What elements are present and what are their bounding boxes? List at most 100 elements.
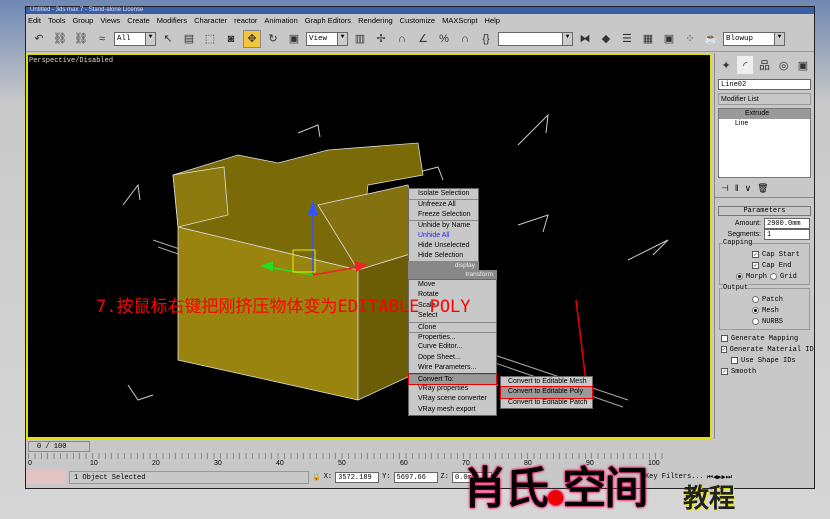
mirror-icon[interactable]: ⧓ — [576, 30, 594, 48]
submenu-item[interactable]: Convert to Editable Patch — [501, 398, 592, 408]
unlink-icon[interactable]: ⛓ — [72, 30, 90, 48]
render-scene-icon[interactable]: ☕ — [702, 30, 720, 48]
object-name-field[interactable]: Line02 — [718, 79, 811, 90]
reference-coord-dropdown[interactable]: View ▼ — [306, 31, 348, 46]
quad-item[interactable]: Unfreeze All — [409, 199, 478, 209]
command-panel: ✦ ◜ 品 ◎ ▣ Line02 Modifier List Extrude Line … — [714, 53, 814, 439]
pivot-icon[interactable]: ▥ — [351, 30, 369, 48]
menu-rendering[interactable]: Rendering — [358, 16, 393, 25]
morph-radio[interactable] — [736, 273, 743, 280]
timeline-tick-label: 60 — [400, 460, 408, 467]
patch-radio[interactable] — [752, 296, 759, 303]
show-end-result-icon[interactable]: ‖ — [735, 183, 739, 194]
menu-create[interactable]: Create — [127, 16, 150, 25]
scale-icon[interactable]: ▣ — [285, 30, 303, 48]
rotate-icon[interactable]: ↻ — [264, 30, 282, 48]
undo-icon[interactable]: ↶ — [30, 30, 48, 48]
named-selection-icon[interactable]: {} — [477, 30, 495, 48]
motion-tab-icon[interactable]: ◎ — [776, 56, 792, 74]
quad-item[interactable]: Convert To: — [408, 372, 497, 385]
submenu-item[interactable]: Convert to Editable Poly — [500, 386, 593, 399]
hierarchy-tab-icon[interactable]: 品 — [756, 56, 772, 74]
submenu-item[interactable]: Convert to Editable Mesh — [501, 377, 592, 387]
menu-customize[interactable]: Customize — [400, 16, 435, 25]
quad-item[interactable]: Unhide All — [409, 231, 478, 241]
snap-icon[interactable]: ∩ — [393, 30, 411, 48]
quad-item[interactable]: Wire Parameters... — [409, 363, 496, 373]
lock-icon[interactable]: 🔒 — [312, 473, 321, 482]
selection-filter-value: All — [117, 34, 131, 43]
select-icon[interactable]: ↖ — [159, 30, 177, 48]
modifier-list-dropdown[interactable]: Modifier List — [718, 93, 811, 105]
menu-character[interactable]: Character — [194, 16, 227, 25]
quad-item[interactable]: Dope Sheet... — [409, 353, 496, 363]
selection-filter-dropdown[interactable]: All ▼ — [114, 31, 156, 46]
x-coordinate[interactable]: 3572.189 — [335, 471, 380, 483]
grid-radio[interactable] — [770, 273, 778, 280]
render-preset-dropdown[interactable]: Blowup ▼ — [723, 31, 785, 46]
menu-edit[interactable]: Edit — [28, 16, 41, 25]
nurbs-label: NURBS — [762, 317, 784, 326]
quad-item[interactable]: VRay scene converter — [409, 394, 496, 404]
parameters-rollout-header[interactable]: Parameters — [718, 206, 811, 216]
window-crossing-icon[interactable]: ◙ — [222, 30, 240, 48]
percent-snap-icon[interactable]: % — [435, 30, 453, 48]
menu-modifiers[interactable]: Modifiers — [157, 16, 187, 25]
align-icon[interactable]: ◆ — [597, 30, 615, 48]
nurbs-radio[interactable] — [752, 318, 759, 325]
display-tab-icon[interactable]: ▣ — [795, 56, 811, 74]
layer-icon[interactable]: ☰ — [618, 30, 636, 48]
create-tab-icon[interactable]: ✦ — [718, 56, 734, 74]
stack-item-line[interactable]: Line — [719, 119, 810, 129]
menu-group[interactable]: Group — [72, 16, 93, 25]
quad-item[interactable]: VRay mesh export — [409, 405, 496, 415]
maxscript-listener[interactable] — [26, 470, 66, 484]
curve-editor-icon[interactable]: ▦ — [639, 30, 657, 48]
quad-item[interactable]: Unhide by Name — [409, 220, 478, 230]
time-slider[interactable]: 0 / 100 — [28, 441, 90, 452]
quad-item[interactable]: Properties... — [409, 331, 496, 342]
cap-end-checkbox[interactable]: ✓ — [752, 262, 759, 269]
quad-item[interactable]: Isolate Selection — [409, 189, 478, 199]
perspective-viewport[interactable]: Perspective/Disabled Isolate Selection Un… — [26, 53, 712, 439]
amount-spinner[interactable]: 2900.0mm — [764, 218, 810, 229]
select-by-name-icon[interactable]: ▤ — [180, 30, 198, 48]
spinner-snap-icon[interactable]: ∩ — [456, 30, 474, 48]
pin-stack-icon[interactable]: ⊣ — [721, 183, 729, 194]
named-selection-dropdown[interactable]: ▼ — [498, 31, 573, 46]
generate-mapping-checkbox[interactable] — [721, 335, 728, 342]
move-icon[interactable]: ✥ — [243, 29, 261, 48]
quad-item[interactable]: Move — [409, 280, 496, 290]
bind-spacewarp-icon[interactable]: ≈ — [93, 30, 111, 48]
manipulate-icon[interactable]: ✢ — [372, 30, 390, 48]
link-icon[interactable]: ⛓ — [51, 30, 69, 48]
menu-reactor[interactable]: reactor — [234, 16, 257, 25]
stack-item-extrude[interactable]: Extrude — [719, 109, 810, 119]
angle-snap-icon[interactable]: ∠ — [414, 30, 432, 48]
smooth-checkbox[interactable]: ✓ — [721, 368, 728, 375]
quad-item[interactable]: Freeze Selection — [409, 210, 478, 220]
quad-item[interactable]: VRay properties — [409, 384, 496, 394]
y-coordinate[interactable]: 5697.66 — [393, 471, 438, 483]
capping-label: Capping — [723, 239, 753, 247]
menu-animation[interactable]: Animation — [264, 16, 297, 25]
cap-start-checkbox[interactable]: ✓ — [752, 251, 759, 258]
menu-graph-editors[interactable]: Graph Editors — [305, 16, 351, 25]
mesh-radio[interactable] — [752, 307, 759, 314]
modify-tab-icon[interactable]: ◜ — [737, 56, 754, 74]
rect-selection-icon[interactable]: ⬚ — [201, 30, 219, 48]
menu-maxscript[interactable]: MAXScript — [442, 16, 477, 25]
menu-help[interactable]: Help — [485, 16, 500, 25]
schematic-icon[interactable]: ▣ — [660, 30, 678, 48]
material-editor-icon[interactable]: ⁘ — [681, 30, 699, 48]
make-unique-icon[interactable]: ∨ — [745, 183, 752, 194]
menu-tools[interactable]: Tools — [48, 16, 66, 25]
quad-item[interactable]: Clone — [409, 321, 496, 332]
segments-spinner[interactable]: 1 — [764, 229, 810, 240]
menu-views[interactable]: Views — [100, 16, 120, 25]
quad-item[interactable]: Hide Unselected — [409, 241, 478, 251]
use-shape-checkbox[interactable] — [731, 357, 738, 364]
generate-material-checkbox[interactable]: ✓ — [721, 346, 727, 353]
remove-modifier-icon[interactable]: 🗑 — [757, 183, 768, 194]
quad-item[interactable]: Curve Editor... — [409, 342, 496, 352]
